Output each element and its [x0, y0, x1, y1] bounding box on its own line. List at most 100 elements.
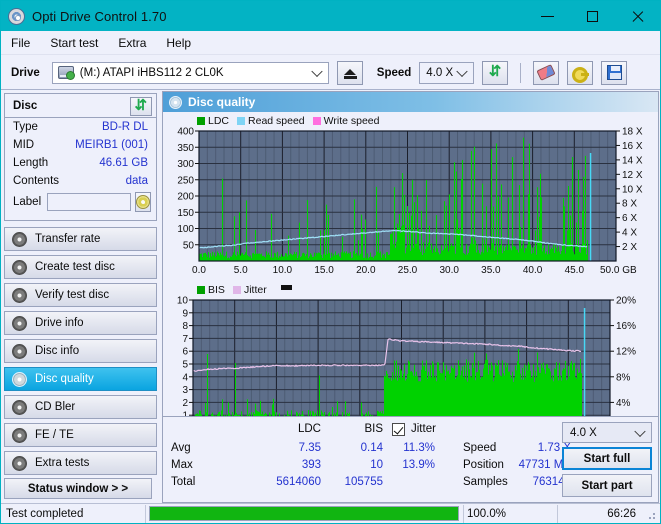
sidebar-item-label: CD Bler [35, 401, 76, 413]
disc-key-type: Type [13, 121, 38, 133]
progress-percent: 100.0% [467, 507, 507, 520]
svg-text:3: 3 [182, 385, 188, 396]
svg-text:350: 350 [177, 143, 194, 154]
svg-text:45.0: 45.0 [565, 265, 585, 276]
svg-text:8%: 8% [616, 372, 631, 383]
chart1-legend: LDC Read speed Write speed [163, 114, 658, 127]
svg-text:35.0: 35.0 [481, 265, 501, 276]
disc-info-title: Disc [13, 99, 38, 112]
disc-refresh-button[interactable] [130, 97, 152, 116]
legend-label-jitter: Jitter [243, 283, 267, 296]
menu-help[interactable]: Help [166, 36, 191, 50]
disc-info-box: Disc Type BD-R DL MID MEIRB1 (001) Lengt… [4, 93, 157, 221]
chart-ldc-speed-svg: 50 100 150 200 250 300 350 400 2 X 4 X 6 X 8 X 10 X 1… [177, 127, 643, 277]
disc-row-type: Type BD-R DL [5, 118, 156, 136]
stats-samples-label: Samples [463, 476, 508, 488]
minimize-button[interactable] [525, 1, 570, 31]
sidebar-item-cd-bler[interactable]: CD Bler [4, 395, 157, 419]
resize-grip[interactable] [647, 511, 657, 521]
sidebar-item-drive-info[interactable]: Drive info [4, 311, 157, 335]
maximize-icon [587, 10, 598, 22]
app-disc-icon [8, 7, 25, 25]
test-speed-select[interactable]: 4.0 X [562, 422, 652, 443]
stats-total-ldc: 5614060 [276, 476, 321, 488]
sidebar-item-label: FE / TE [35, 429, 74, 441]
menu-file[interactable]: File [11, 36, 30, 50]
svg-text:25.0: 25.0 [398, 265, 418, 276]
scrollbar-thumb-marker[interactable] [280, 284, 292, 290]
start-part-button[interactable]: Start part [562, 474, 652, 497]
disc-icon [12, 315, 27, 331]
status-window-button[interactable]: Status window > > [4, 478, 152, 499]
sidebar-item-label: Transfer rate [35, 233, 101, 245]
main-panel: Disc quality LDC Read speed Write speed … [162, 91, 659, 503]
legend-swatch-bis [197, 285, 205, 294]
svg-text:16%: 16% [616, 321, 636, 332]
stats-col-bis: BIS [364, 423, 383, 435]
status-message: Test completed [6, 507, 84, 520]
speed-select[interactable]: 4.0 X [419, 61, 475, 84]
svg-text:50: 50 [183, 240, 195, 251]
progress-bar-track [149, 506, 459, 521]
sidebar-item-verify-test-disc[interactable]: Verify test disc [4, 283, 157, 307]
eraser-icon [536, 64, 556, 81]
stats-max-ldc: 393 [301, 459, 321, 471]
svg-text:6: 6 [182, 347, 188, 358]
svg-text:100: 100 [177, 224, 194, 235]
drive-label: Drive [11, 66, 40, 79]
progress-bar-fill [150, 507, 458, 520]
sidebar-item-label: Verify test disc [35, 289, 110, 301]
svg-text:18 X: 18 X [622, 127, 643, 138]
sidebar-item-disc-info[interactable]: Disc info [4, 339, 157, 363]
disc-info-header: Disc [5, 94, 156, 118]
sidebar-item-transfer-rate[interactable]: Transfer rate [4, 227, 157, 251]
cd-icon [136, 195, 151, 209]
erase-button[interactable] [533, 60, 560, 85]
disc-label-button[interactable] [135, 192, 152, 212]
statusbar-divider [463, 505, 464, 523]
minimize-icon [541, 15, 554, 17]
close-button[interactable] [615, 1, 660, 31]
disc-icon [12, 371, 27, 387]
key-button[interactable] [567, 60, 594, 85]
drive-select[interactable]: (M:) ATAPI iHBS112 2 CL0K [51, 61, 329, 84]
sidebar: Disc Type BD-R DL MID MEIRB1 (001) Lengt… [1, 91, 160, 503]
status-window-label: Status window > > [27, 482, 129, 495]
sidebar-item-create-test-disc[interactable]: Create test disc [4, 255, 157, 279]
svg-text:300: 300 [177, 159, 194, 170]
svg-text:50.0 GB: 50.0 GB [600, 265, 637, 276]
disc-label-caption: Label [13, 196, 42, 208]
disc-label-input[interactable] [47, 193, 132, 211]
test-speed-value: 4.0 X [570, 426, 597, 439]
menu-start-test[interactable]: Start test [50, 36, 98, 50]
save-button[interactable] [601, 60, 628, 85]
svg-text:15.0: 15.0 [314, 265, 334, 276]
legend-swatch-ldc [197, 116, 205, 125]
chevron-down-icon [311, 65, 323, 77]
status-window-wrap: Status window > > [4, 478, 152, 499]
refresh-button[interactable] [482, 60, 509, 85]
eject-button[interactable] [336, 60, 363, 85]
disc-icon [12, 287, 27, 303]
maximize-button[interactable] [570, 1, 615, 31]
sidebar-item-extra-tests[interactable]: Extra tests [4, 451, 157, 475]
disc-value-mid: MEIRB1 (001) [75, 139, 148, 151]
sidebar-item-fe-te[interactable]: FE / TE [4, 423, 157, 447]
chart2-legend: BIS Jitter [163, 283, 658, 296]
menu-bar: File Start test Extra Help [1, 31, 660, 55]
legend-label-write-speed: Write speed [323, 114, 380, 127]
key-icon [571, 66, 589, 83]
svg-text:12%: 12% [616, 347, 636, 358]
window-controls [525, 1, 660, 31]
disc-icon [12, 455, 27, 471]
legend-swatch-write-speed [312, 116, 321, 125]
jitter-checkbox[interactable] [392, 423, 405, 436]
start-full-button[interactable]: Start full [562, 447, 652, 470]
chart-ldc-speed: 50 100 150 200 250 300 350 400 2 X 4 X 6 X 8 X 10 X 1… [163, 127, 658, 279]
sidebar-item-disc-quality[interactable]: Disc quality [4, 367, 157, 391]
disc-key-length: Length [13, 157, 49, 169]
menu-extra[interactable]: Extra [118, 36, 146, 50]
disc-row-length: Length 46.61 GB [5, 154, 156, 172]
stats-row-max-label: Max [171, 459, 193, 471]
stats-col-ldc: LDC [297, 423, 321, 435]
